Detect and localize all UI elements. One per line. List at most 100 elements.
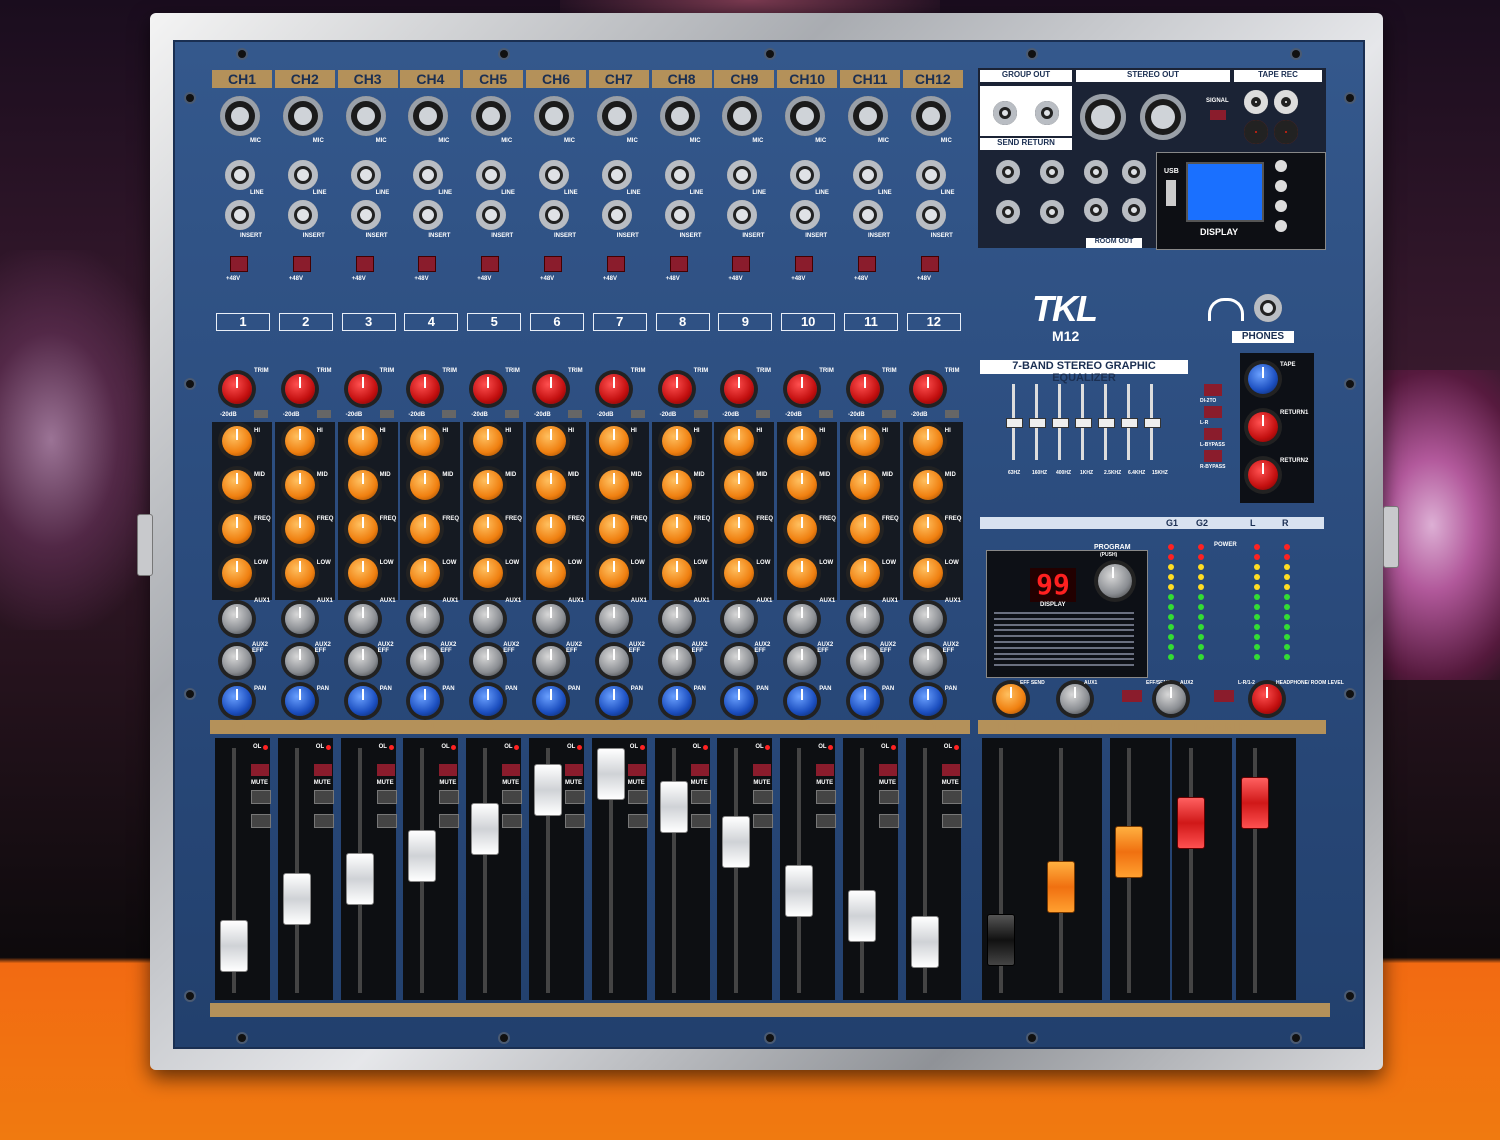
geq-slider[interactable] <box>1121 418 1138 428</box>
pan-knob[interactable] <box>850 686 880 716</box>
channel-fader[interactable] <box>220 919 248 972</box>
pan-knob[interactable] <box>912 686 943 716</box>
pad-switch[interactable] <box>630 410 645 418</box>
master-fader-g2[interactable] <box>1115 826 1143 878</box>
mic-xlr-input[interactable] <box>345 96 386 136</box>
return-jack-1[interactable] <box>1040 160 1064 184</box>
send-jack-1[interactable] <box>996 160 1020 184</box>
player-button-1[interactable] <box>1275 160 1287 172</box>
eq-freq-knob[interactable] <box>473 514 504 544</box>
eq-freq-knob[interactable] <box>536 514 566 544</box>
aux2-knob[interactable] <box>347 646 378 676</box>
channel-fader[interactable] <box>785 865 814 917</box>
pan-knob[interactable] <box>724 686 755 716</box>
eq-low-knob[interactable] <box>347 558 378 588</box>
aux1-knob[interactable] <box>598 604 629 634</box>
insert-jack[interactable] <box>476 200 507 230</box>
l-r-button[interactable] <box>941 814 962 828</box>
master-knob[interactable] <box>1252 684 1282 714</box>
room-out-jack-1[interactable] <box>1084 160 1108 184</box>
aux1-knob[interactable] <box>222 604 252 634</box>
l-r-button[interactable] <box>439 814 460 828</box>
aux2-knob[interactable] <box>410 646 441 676</box>
insert-jack[interactable] <box>287 200 318 230</box>
master-fader-r[interactable] <box>1241 777 1269 830</box>
insert-jack[interactable] <box>853 200 883 230</box>
geq-slider[interactable] <box>1075 418 1092 428</box>
mute-button[interactable] <box>565 790 585 804</box>
eq-mid-knob[interactable] <box>473 470 504 500</box>
mute-button[interactable] <box>313 790 334 804</box>
pad-switch[interactable] <box>442 410 457 418</box>
insert-jack[interactable] <box>539 200 569 230</box>
eq-hi-knob[interactable] <box>787 426 818 456</box>
trim-knob[interactable] <box>598 374 629 404</box>
pad-switch[interactable] <box>693 410 708 418</box>
stereo-out-xlr-l[interactable] <box>1080 94 1126 140</box>
mute-button[interactable] <box>753 790 774 804</box>
player-button-2[interactable] <box>1275 180 1287 192</box>
eq-low-knob[interactable] <box>661 558 692 588</box>
line-jack[interactable] <box>790 160 821 190</box>
eq-button[interactable] <box>1204 450 1222 462</box>
mic-xlr-input[interactable] <box>220 96 260 136</box>
player-button-4[interactable] <box>1275 220 1287 232</box>
tape-rca-4[interactable] <box>1274 120 1298 144</box>
aux2-knob[interactable] <box>661 646 692 676</box>
trim-knob[interactable] <box>787 374 818 404</box>
group-out-jack-2[interactable] <box>1035 101 1059 125</box>
tape-rca-2[interactable] <box>1274 90 1298 114</box>
eq-freq-knob[interactable] <box>598 514 629 544</box>
send-jack-2[interactable] <box>996 200 1020 224</box>
room-out-jack-2[interactable] <box>1122 160 1146 184</box>
pan-knob[interactable] <box>536 686 566 716</box>
line-jack[interactable] <box>225 160 255 190</box>
eq-low-knob[interactable] <box>536 558 566 588</box>
trim-knob[interactable] <box>410 374 441 404</box>
pan-knob[interactable] <box>473 686 504 716</box>
mic-xlr-input[interactable] <box>910 96 951 136</box>
mic-xlr-input[interactable] <box>408 96 449 136</box>
aux2-knob[interactable] <box>598 646 629 676</box>
eq-low-knob[interactable] <box>284 558 315 588</box>
channel-fader[interactable] <box>534 763 562 816</box>
line-jack[interactable] <box>476 160 507 190</box>
eq-hi-knob[interactable] <box>284 426 315 456</box>
eq-freq-knob[interactable] <box>222 514 252 544</box>
phantom-switch[interactable] <box>292 256 311 272</box>
pan-knob[interactable] <box>284 686 315 716</box>
line-jack[interactable] <box>413 160 444 190</box>
room-out-jack-4[interactable] <box>1122 198 1146 222</box>
eq-low-knob[interactable] <box>222 558 252 588</box>
insert-jack[interactable] <box>915 200 946 230</box>
eq-freq-knob[interactable] <box>787 514 818 544</box>
mic-xlr-input[interactable] <box>659 96 700 136</box>
aux1-knob[interactable] <box>473 604 504 634</box>
master-fader-l[interactable] <box>1177 796 1205 849</box>
phantom-switch[interactable] <box>732 256 751 272</box>
eq-mid-knob[interactable] <box>850 470 880 500</box>
pad-switch[interactable] <box>756 410 771 418</box>
pad-switch[interactable] <box>316 410 331 418</box>
phantom-switch[interactable] <box>858 256 876 272</box>
geq-slider[interactable] <box>1144 418 1161 428</box>
eq-mid-knob[interactable] <box>912 470 943 500</box>
aux2-knob[interactable] <box>850 646 880 676</box>
eq-freq-knob[interactable] <box>850 514 880 544</box>
trim-knob[interactable] <box>912 374 943 404</box>
mute-button[interactable] <box>251 790 271 804</box>
tape-rca-3[interactable] <box>1244 120 1268 144</box>
pad-switch[interactable] <box>505 410 520 418</box>
phantom-switch[interactable] <box>669 256 688 272</box>
line-jack[interactable] <box>350 160 381 190</box>
aux2-knob[interactable] <box>787 646 818 676</box>
tape-rca-1[interactable] <box>1244 90 1268 114</box>
eq-low-knob[interactable] <box>850 558 880 588</box>
eq-hi-knob[interactable] <box>912 426 943 456</box>
trim-knob[interactable] <box>222 374 252 404</box>
aux2-knob[interactable] <box>536 646 566 676</box>
trim-knob[interactable] <box>347 374 378 404</box>
return-knob[interactable] <box>1248 460 1278 490</box>
channel-fader[interactable] <box>848 890 876 943</box>
mic-xlr-input[interactable] <box>282 96 323 136</box>
